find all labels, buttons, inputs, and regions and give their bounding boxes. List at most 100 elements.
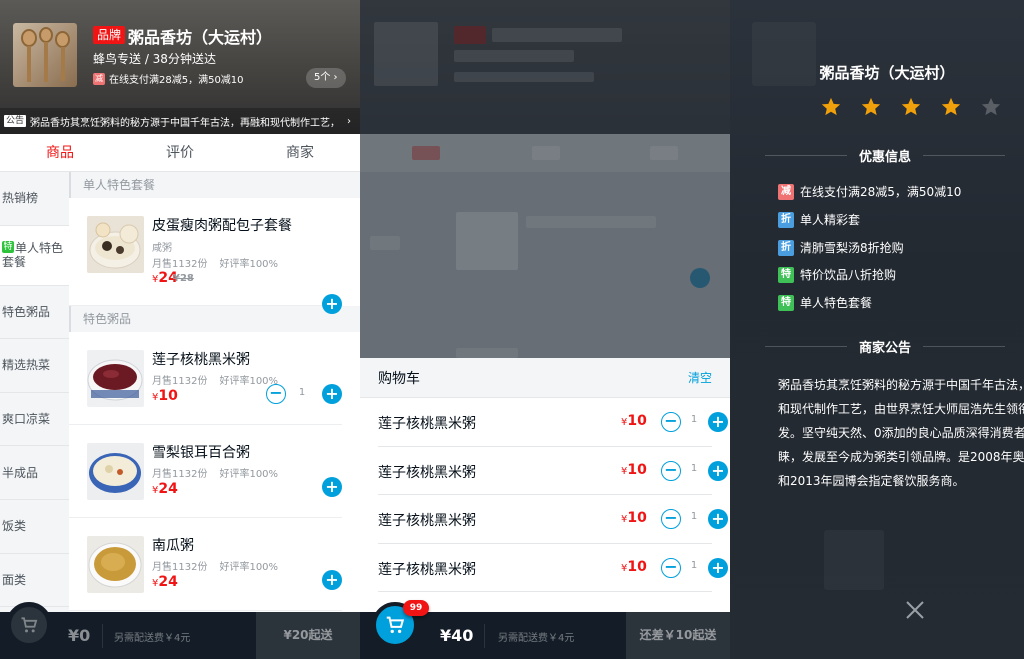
star-off-icon xyxy=(981,97,1001,116)
decrease-button[interactable]: − xyxy=(661,557,681,578)
star-on-icon xyxy=(861,97,881,116)
add-to-cart-button[interactable]: + xyxy=(322,294,342,314)
porridge-bun-icon xyxy=(87,216,144,273)
chevron-right-icon: › xyxy=(347,115,351,127)
tab-seller[interactable]: 商家 xyxy=(240,134,360,171)
food-item[interactable]: 南瓜粥 月售1132份 好评率100% ¥24 + xyxy=(69,518,342,611)
price-value: 24 xyxy=(158,574,178,590)
menu-item-label: 精选热菜 xyxy=(2,358,51,373)
cart-item-name: 莲子核桃黑米粥 xyxy=(378,561,476,578)
add-to-cart-button[interactable]: + xyxy=(322,384,342,404)
cart-list-header: 购物车 清空 xyxy=(360,358,730,398)
star-on-icon xyxy=(941,97,961,116)
support-item: 减在线支付满28减5，满50减10 xyxy=(778,183,961,200)
pumpkin-porridge-icon xyxy=(87,536,144,593)
clear-cart-button[interactable]: 清空 xyxy=(688,369,712,386)
price-value: 10 xyxy=(627,510,647,526)
bulletin-text: 粥品香坊其烹饪粥料的秘方源于中国千年古法，再融和现代制作工艺，由世界烹饪大师屈浩… xyxy=(30,117,338,129)
shop-name: 粥品香坊（大运村） xyxy=(128,28,273,47)
cart-item-price: ¥10 xyxy=(621,462,647,478)
menu-item-label: 爽口凉菜 xyxy=(2,412,51,427)
menu-item-porridge[interactable]: 特色粥品 xyxy=(0,286,69,340)
discount-icon: 减 xyxy=(778,183,794,200)
notice-line: 睐，发展至今成为粥类引领品牌。是2008年奥运会 xyxy=(778,450,1024,464)
item-count: 1 xyxy=(690,462,698,474)
support-item: 折清肺雪梨汤8折抢购 xyxy=(778,239,904,256)
section-title: 特色粥品 xyxy=(69,306,360,332)
notice-line: 和2013年园博会指定餐饮服务商。 xyxy=(778,474,965,488)
menu-item-single-set[interactable]: 特单人特色套餐 xyxy=(0,225,69,286)
support-text: 特价饮品八折抢购 xyxy=(800,268,897,282)
cart-item-price: ¥10 xyxy=(621,413,647,429)
price-value: 10 xyxy=(158,388,178,404)
divider xyxy=(102,624,103,648)
increase-button[interactable]: + xyxy=(708,509,728,529)
divider xyxy=(484,624,485,648)
add-to-cart-button[interactable]: + xyxy=(322,570,342,590)
decrease-button[interactable]: − xyxy=(661,509,681,529)
food-item[interactable]: 皮蛋瘦肉粥配包子套餐 咸粥 月售1132份 好评率100% ¥24 ¥28 + xyxy=(69,198,342,314)
support-item: 折单人精彩套 xyxy=(778,211,860,228)
food-name: 雪梨银耳百合粥 xyxy=(152,445,250,461)
decrease-button[interactable]: − xyxy=(266,384,286,404)
support-count-button[interactable]: 5个 › xyxy=(306,68,346,88)
cart-item-price: ¥10 xyxy=(621,510,647,526)
decrease-button[interactable]: − xyxy=(661,412,681,432)
sell-count: 月售1132份 xyxy=(152,469,208,480)
shop-header[interactable]: 品牌 粥品香坊（大运村） 蜂鸟专送 / 38分钟送达 减 在线支付满28减5，满… xyxy=(0,0,360,134)
checkout-button[interactable]: ¥20起送 xyxy=(256,612,360,659)
close-icon[interactable] xyxy=(904,599,926,621)
notice-content: 粥品香坊其烹饪粥料的秘方源于中国千年古法，再融 和现代制作工艺，由世界烹饪大师屈… xyxy=(778,373,1024,493)
shop-avatar xyxy=(13,23,77,87)
star-on-icon xyxy=(901,97,921,116)
menu-item-noodles[interactable]: 面类 xyxy=(0,554,69,608)
food-item[interactable]: 雪梨银耳百合粥 月售1132份 好评率100% ¥24 + xyxy=(69,425,342,518)
star-on-icon xyxy=(821,97,841,116)
cart-panel: 购物车 清空 莲子核桃黑米粥 ¥10 − 1 + 莲子核桃黑米粥 ¥10 − 1… xyxy=(360,0,730,659)
tab-bar: 商品 评价 商家 xyxy=(0,134,360,172)
food-price: ¥10 xyxy=(152,388,178,404)
food-meta: 月售1132份 好评率100% xyxy=(152,255,290,270)
backdrop-mask[interactable] xyxy=(360,0,730,358)
item-count: 1 xyxy=(690,414,698,425)
support-text: 单人精彩套 xyxy=(800,213,861,227)
rating-rate: 好评率100% xyxy=(219,259,279,270)
menu-item-hot[interactable]: 热销榜 xyxy=(0,172,69,226)
cart-item: 莲子核桃黑米粥 ¥10 − 1 + xyxy=(378,447,728,495)
price-value: 24 xyxy=(158,481,178,497)
discount-title: 优惠信息 xyxy=(859,150,912,165)
decrease-button[interactable]: − xyxy=(661,460,681,481)
cart-list-sheet: 购物车 清空 莲子核桃黑米粥 ¥10 − 1 + 莲子核桃黑米粥 ¥10 − 1… xyxy=(360,358,730,612)
menu-item-hot-dishes[interactable]: 精选热菜 xyxy=(0,339,69,393)
bulletin-bar[interactable]: 公告 粥品香坊其烹饪粥料的秘方源于中国千年古法，再融和现代制作工艺，由世界烹饪大… xyxy=(0,108,360,134)
add-to-cart-button[interactable]: + xyxy=(322,477,342,497)
menu-item-cold-dishes[interactable]: 爽口凉菜 xyxy=(0,393,69,447)
cart-item-name: 莲子核桃黑米粥 xyxy=(378,416,476,432)
support-text: 单人特色套餐 xyxy=(800,296,873,310)
star-rating xyxy=(820,96,1020,118)
menu-item-label: 特色粥品 xyxy=(2,304,51,319)
sell-count: 月售1132份 xyxy=(152,376,208,387)
menu-item-label: 饭类 xyxy=(2,519,27,534)
black-rice-porridge-icon xyxy=(87,350,144,407)
increase-button[interactable]: + xyxy=(708,557,728,578)
promo-text: 在线支付满28减5，满50减10 xyxy=(109,75,244,86)
menu-item-label: 热销榜 xyxy=(2,191,39,206)
food-item[interactable]: 莲子核桃黑米粥 月售1132份 好评率100% ¥10 − 1 + xyxy=(69,332,342,425)
checkout-button[interactable]: 还差￥10起送 xyxy=(626,612,730,659)
menu-item-semi[interactable]: 半成品 xyxy=(0,446,69,500)
increase-button[interactable]: + xyxy=(708,460,728,481)
tab-ratings[interactable]: 评价 xyxy=(120,134,240,171)
increase-button[interactable]: + xyxy=(708,412,728,432)
special-icon: 特 xyxy=(2,241,14,254)
item-count: 1 xyxy=(690,511,698,522)
tab-goods[interactable]: 商品 xyxy=(0,134,120,171)
delivery-fee: 另需配送费￥4元 xyxy=(498,633,575,644)
menu-item-label: 面类 xyxy=(2,572,27,587)
goods-list[interactable]: 单人特色套餐 皮蛋瘦肉粥配包子套餐 咸粥 月售1132份 好评率100% ¥24 … xyxy=(69,172,360,612)
notice-heading: 商家公告 xyxy=(765,337,1006,356)
brand-tag: 品牌 xyxy=(93,26,126,44)
cart-button[interactable] xyxy=(6,602,52,648)
menu-item-rice[interactable]: 饭类 xyxy=(0,500,69,554)
food-name: 皮蛋瘦肉粥配包子套餐 xyxy=(152,218,292,234)
